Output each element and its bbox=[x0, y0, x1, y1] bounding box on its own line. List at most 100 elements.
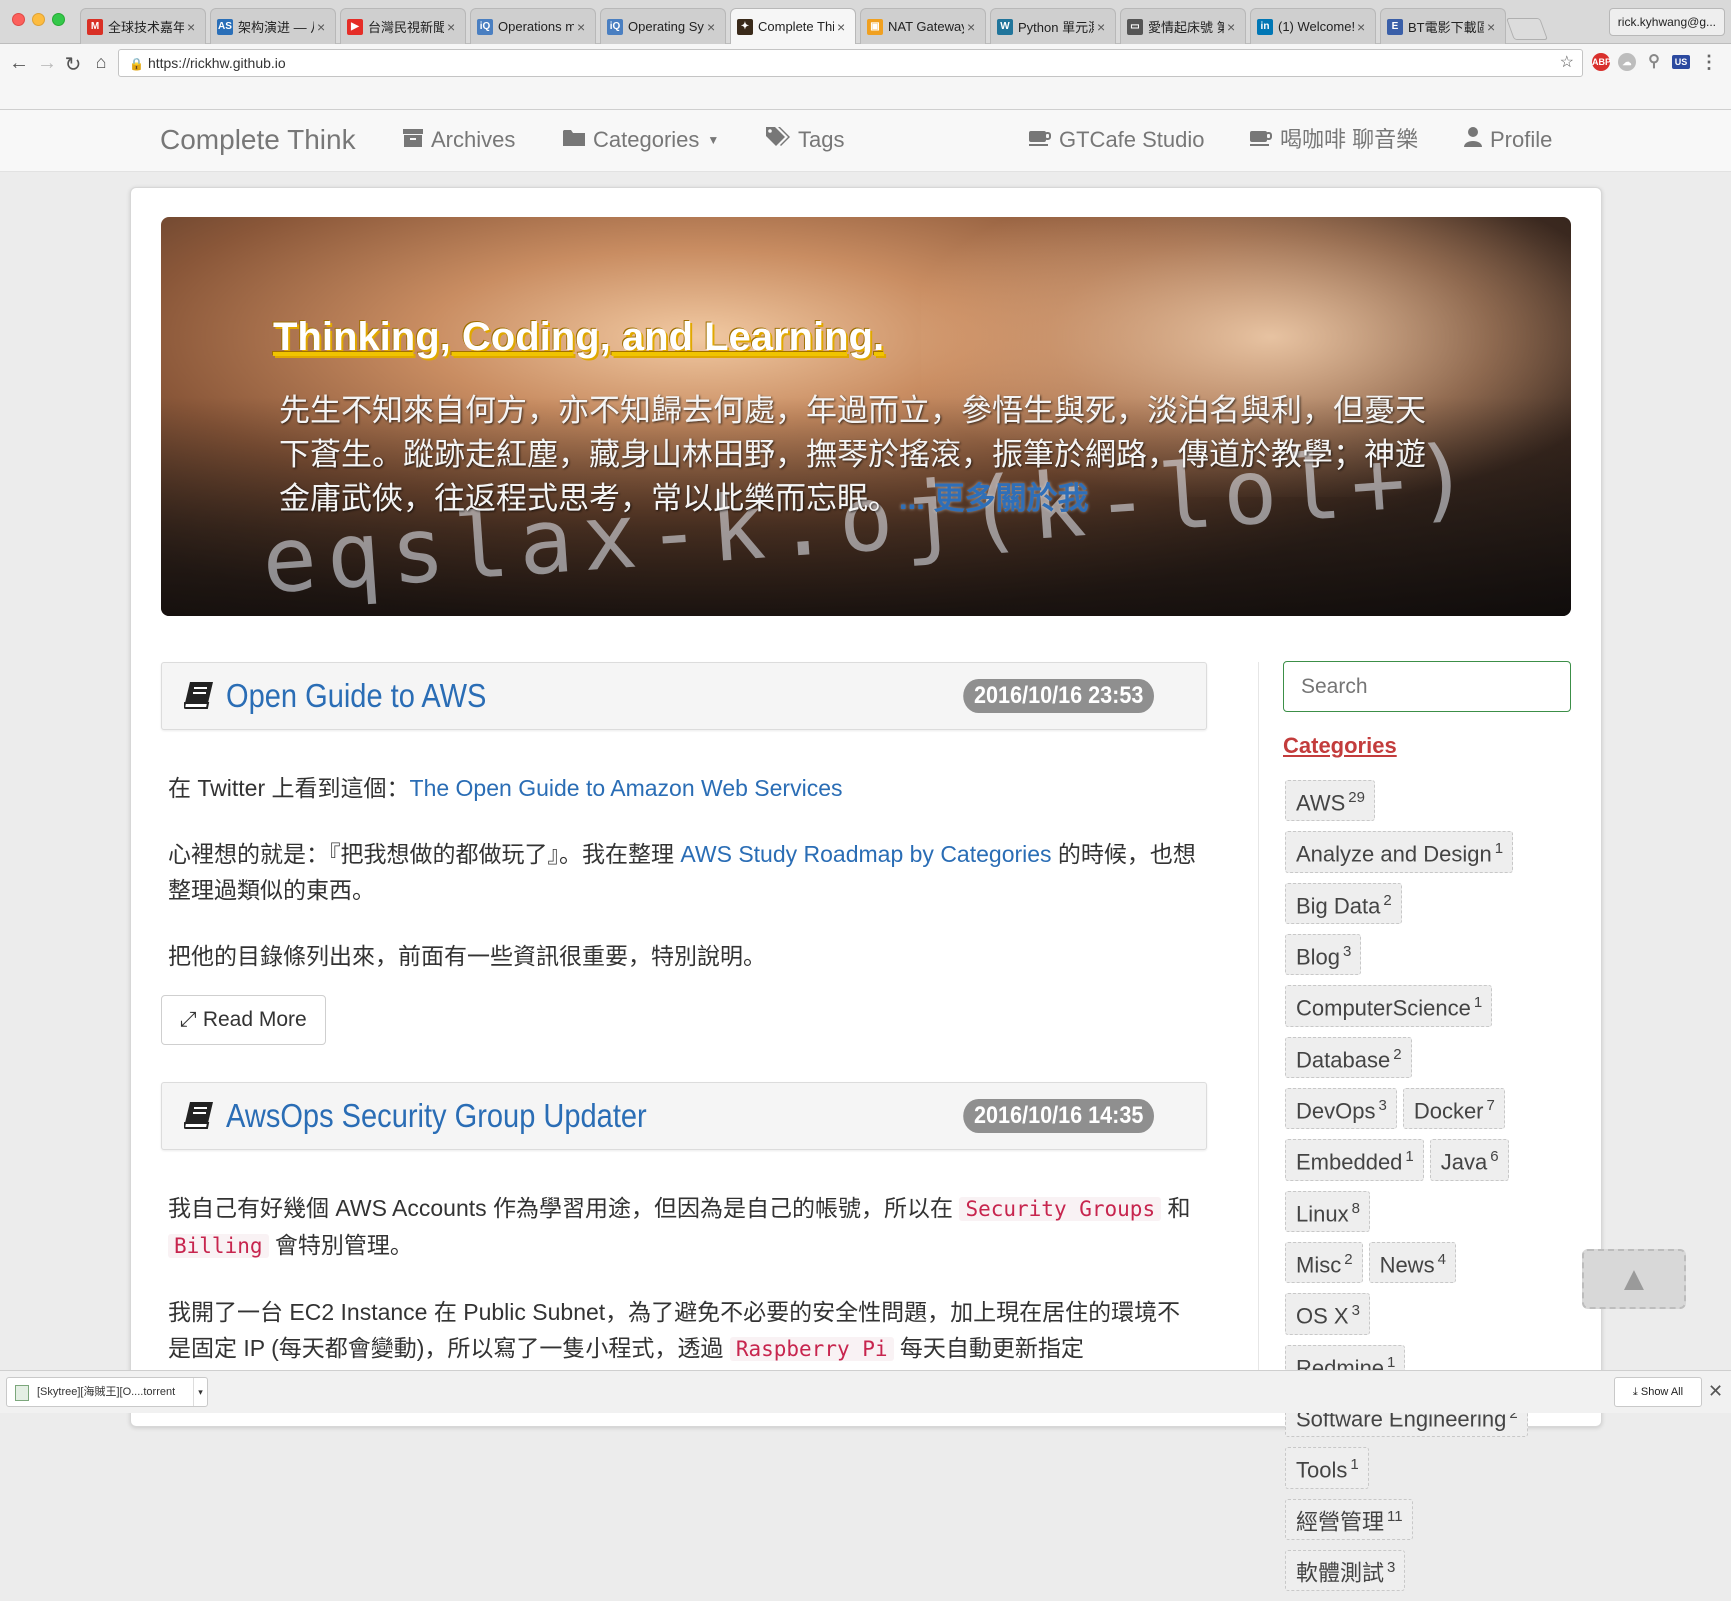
chevron-down-icon[interactable]: ▾ bbox=[193, 1378, 207, 1406]
tab-close-icon[interactable]: × bbox=[837, 19, 849, 35]
bt-icon: E bbox=[1387, 18, 1403, 35]
open-guide-link[interactable]: The Open Guide to Amazon Web Services bbox=[410, 775, 843, 801]
window-close-button[interactable] bbox=[12, 13, 25, 26]
browser-tab[interactable]: ▭ 愛情起床號 第3× bbox=[1120, 8, 1246, 44]
browser-tab[interactable]: AS 架构演进 — 从× bbox=[210, 8, 336, 44]
category-tag[interactable]: OS X3 bbox=[1285, 1293, 1370, 1335]
close-icon[interactable]: ✕ bbox=[1708, 1381, 1723, 1402]
hero-intro-text: 先生不知來自何方，亦不知歸去何處，年過而立，參悟生與死，淡泊名與利，但憂天下蒼生… bbox=[279, 393, 1426, 516]
browser-tab[interactable]: ▶ 台灣民視新聞 × bbox=[340, 8, 466, 44]
search-input[interactable] bbox=[1283, 661, 1571, 712]
home-icon[interactable]: ⌂ bbox=[90, 52, 112, 73]
category-tag[interactable]: Java 6 bbox=[1429, 1139, 1509, 1181]
inline-code: Billing bbox=[168, 1234, 269, 1258]
tab-label: Operating Sys bbox=[628, 19, 704, 34]
tab-close-icon[interactable]: × bbox=[187, 19, 199, 35]
download-item[interactable]: [Skytree][海賊王][O....torrent ▾ bbox=[6, 1377, 208, 1407]
forward-icon[interactable]: → bbox=[36, 52, 58, 75]
nav-profile[interactable]: Profile bbox=[1464, 120, 1552, 160]
tab-close-icon[interactable]: × bbox=[577, 19, 589, 35]
bookmark-star-icon[interactable]: ☆ bbox=[1560, 50, 1574, 76]
category-tag[interactable]: AWS 29 bbox=[1285, 780, 1375, 822]
post-text: 心裡想的就是：『把我想做的都做玩了』。我在整理 bbox=[168, 841, 681, 867]
category-name: News bbox=[1379, 1252, 1435, 1278]
browser-toolbar: ← → ↻ ⌂ 🔒 https://rickhw.github.io ☆ ABP … bbox=[0, 44, 1731, 135]
back-icon[interactable]: ← bbox=[8, 52, 30, 75]
pin-extension-icon[interactable]: ⚲ bbox=[1645, 53, 1663, 71]
category-count: 3 bbox=[1343, 942, 1352, 960]
categories-heading[interactable]: Categories bbox=[1283, 733, 1397, 759]
category-name: OS X bbox=[1296, 1303, 1349, 1329]
sidebar-divider bbox=[1258, 662, 1259, 1382]
profile-button[interactable]: rick.kyhwang@g... bbox=[1608, 8, 1725, 36]
category-name: Tools bbox=[1296, 1457, 1348, 1483]
tab-label: 台灣民視新聞 bbox=[368, 20, 444, 35]
category-tag[interactable]: Big Data 2 bbox=[1285, 882, 1402, 924]
flag-extension-icon[interactable]: US bbox=[1672, 55, 1690, 69]
reload-icon[interactable]: ↻ bbox=[62, 52, 84, 77]
new-tab-button[interactable] bbox=[1505, 18, 1549, 40]
category-tag[interactable]: Blog 3 bbox=[1285, 933, 1362, 976]
tab-close-icon[interactable]: × bbox=[967, 19, 979, 35]
nav-tags[interactable]: Tags bbox=[766, 120, 844, 160]
menu-icon[interactable]: ⋮ bbox=[1700, 53, 1718, 71]
category-tag[interactable]: Embedded 1 bbox=[1285, 1139, 1424, 1181]
nav-coffee-music[interactable]: 喝咖啡 聊音樂 bbox=[1250, 120, 1418, 160]
archive-icon bbox=[403, 120, 423, 160]
category-name: Docker bbox=[1413, 1098, 1484, 1124]
back-to-top-button[interactable]: ▲ bbox=[1582, 1249, 1686, 1309]
category-count: 3 bbox=[1378, 1096, 1387, 1114]
post-excerpt: 我自己有好幾個 AWS Accounts 作為學習用途，但因為是自己的帳號，所以… bbox=[168, 1190, 1198, 1397]
tab-close-icon[interactable]: × bbox=[707, 19, 719, 35]
category-tag[interactable]: Database 2 bbox=[1285, 1036, 1412, 1078]
tab-close-icon[interactable]: × bbox=[317, 19, 329, 35]
nav-gtcafe-studio[interactable]: GTCafe Studio bbox=[1029, 120, 1205, 160]
category-count: 29 bbox=[1348, 789, 1365, 806]
category-tag[interactable]: News 4 bbox=[1368, 1241, 1456, 1284]
aws-roadmap-link[interactable]: AWS Study Roadmap by Categories bbox=[680, 841, 1051, 867]
category-tag[interactable]: Analyze and Design 1 bbox=[1285, 831, 1514, 873]
browser-tab[interactable]: W Python 單元測 × bbox=[990, 8, 1116, 44]
tab-close-icon[interactable]: × bbox=[447, 19, 459, 35]
category-tag[interactable]: 經營管理 11 bbox=[1285, 1498, 1413, 1540]
category-count: 7 bbox=[1486, 1096, 1495, 1114]
browser-tab[interactable]: iQ Operating Sys × bbox=[600, 8, 726, 44]
window-minimize-button[interactable] bbox=[32, 13, 45, 26]
category-tag[interactable]: 軟體測試 3 bbox=[1285, 1549, 1406, 1592]
cloud-extension-icon[interactable]: ☁ bbox=[1618, 53, 1636, 71]
tab-close-icon[interactable]: × bbox=[1097, 19, 1109, 35]
browser-tab[interactable]: M 全球技术嘉年华× bbox=[80, 8, 206, 44]
browser-tab[interactable]: in (1) Welcome! × bbox=[1250, 8, 1376, 44]
nav-archives[interactable]: Archives bbox=[403, 120, 515, 160]
browser-tab[interactable]: iQ Operations ma× bbox=[470, 8, 596, 44]
category-name: Embedded bbox=[1296, 1149, 1403, 1175]
category-tag[interactable]: Docker 7 bbox=[1402, 1087, 1505, 1130]
category-tag[interactable]: Misc 2 bbox=[1285, 1241, 1363, 1284]
post-title-link[interactable]: Open Guide to AWS bbox=[226, 677, 486, 715]
show-all-button[interactable]: ⤓ Show All bbox=[1614, 1377, 1702, 1407]
tab-close-icon[interactable]: × bbox=[1357, 19, 1369, 35]
tab-close-icon[interactable]: × bbox=[1227, 19, 1239, 35]
category-name: Java bbox=[1440, 1149, 1488, 1175]
address-bar[interactable]: 🔒 https://rickhw.github.io ☆ bbox=[118, 49, 1583, 77]
nav-categories[interactable]: Categories ▼ bbox=[563, 120, 719, 160]
hero-intro: 先生不知來自何方，亦不知歸去何處，年過而立，參悟生與死，淡泊名與利，但憂天下蒼生… bbox=[279, 389, 1439, 521]
tab-close-icon[interactable]: × bbox=[1487, 19, 1499, 35]
browser-tab[interactable]: ✦ Complete Thin × bbox=[730, 8, 856, 44]
hero-headline[interactable]: Thinking, Coding, and Learning. bbox=[273, 315, 884, 360]
category-tag[interactable]: DevOps 3 bbox=[1285, 1087, 1397, 1130]
about-me-link[interactable]: ... 更多關於我 bbox=[899, 481, 1088, 516]
category-tag[interactable]: ComputerScience 1 bbox=[1285, 985, 1493, 1027]
adblock-icon[interactable]: ABP bbox=[1592, 53, 1611, 71]
read-more-button[interactable]: ⤢ Read More bbox=[161, 995, 326, 1045]
post-title-link[interactable]: AwsOps Security Group Updater bbox=[226, 1097, 647, 1135]
browser-tab[interactable]: ▣ NAT Gateways× bbox=[860, 8, 986, 44]
read-more-label: Read More bbox=[202, 1008, 307, 1031]
category-tag[interactable]: Tools 1 bbox=[1285, 1447, 1369, 1489]
site-brand[interactable]: Complete Think bbox=[160, 120, 356, 160]
tab-label: Operations ma bbox=[498, 19, 574, 34]
category-tag[interactable]: Linux 8 bbox=[1285, 1190, 1370, 1232]
category-count: 6 bbox=[1490, 1148, 1499, 1166]
window-zoom-button[interactable] bbox=[52, 13, 65, 26]
browser-tab[interactable]: E BT電影下載區 × bbox=[1380, 8, 1506, 44]
